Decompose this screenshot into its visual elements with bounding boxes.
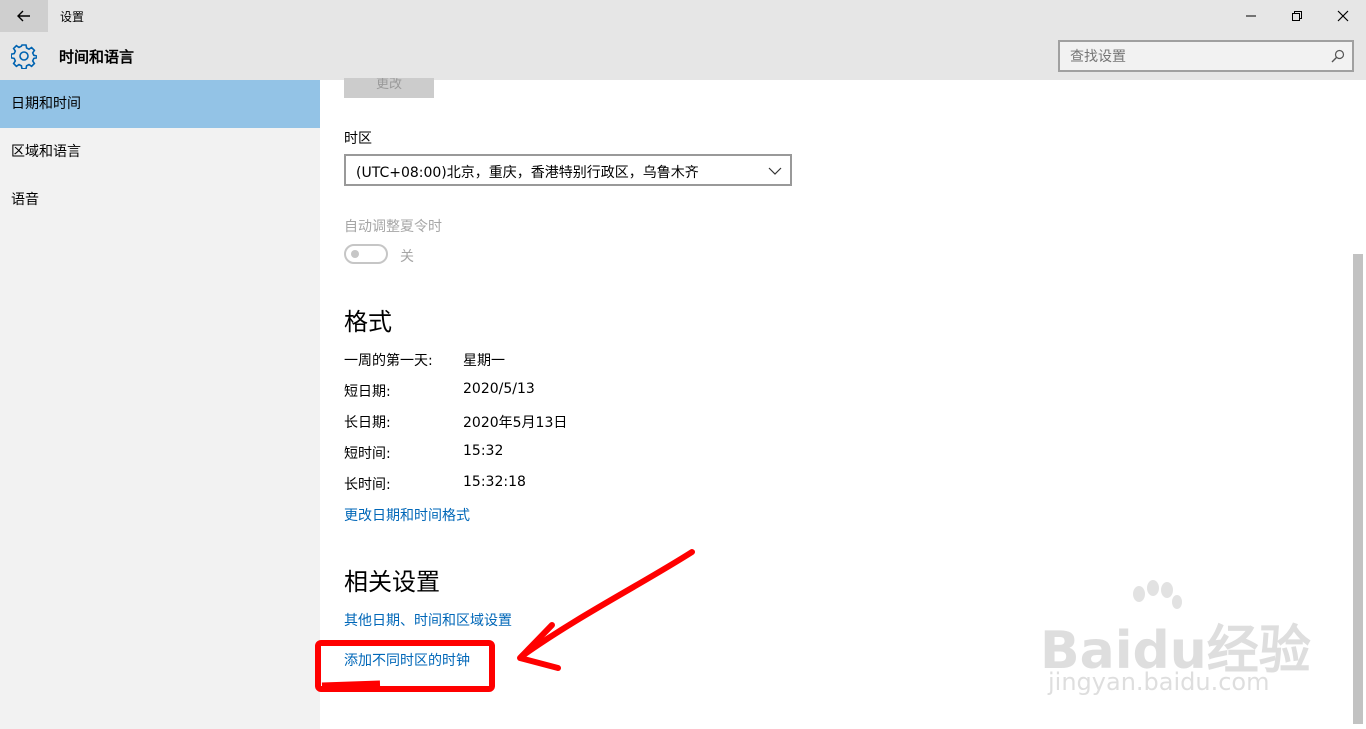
timezone-label: 时区	[344, 131, 372, 147]
close-button[interactable]	[1320, 0, 1366, 32]
format-value: 15:32:18	[463, 474, 526, 490]
sidebar-item-speech[interactable]: 语音	[0, 176, 320, 224]
dst-toggle-state: 关	[400, 249, 414, 265]
watermark-url: jingyan.baidu.com	[1048, 668, 1270, 696]
page-title: 时间和语言	[59, 48, 135, 66]
format-value: 15:32	[463, 443, 504, 459]
dst-toggle	[344, 244, 388, 264]
related-settings-heading: 相关设置	[344, 568, 440, 596]
scrollbar-thumb[interactable]	[1353, 254, 1363, 724]
format-key: 长时间:	[344, 477, 391, 493]
timezone-value: (UTC+08:00)北京，重庆，香港特别行政区，乌鲁木齐	[356, 165, 699, 181]
minimize-button[interactable]	[1228, 0, 1274, 32]
title-bar: 设置	[0, 0, 1366, 32]
baidu-watermark: Baidu经验 jingyan.baidu.com	[1040, 580, 1311, 700]
format-heading: 格式	[344, 308, 392, 336]
sidebar-item-label: 区域和语言	[11, 144, 81, 160]
sidebar-item-label: 日期和时间	[11, 96, 81, 112]
page-header: 时间和语言	[0, 32, 1366, 80]
sidebar: 日期和时间 区域和语言 语音	[0, 80, 320, 729]
format-key: 短时间:	[344, 446, 391, 462]
format-value: 2020年5月13日	[463, 415, 568, 431]
format-key: 一周的第一天:	[344, 353, 433, 369]
change-button: 更改	[344, 78, 434, 98]
sidebar-item-label: 语音	[11, 192, 39, 208]
format-value: 2020/5/13	[463, 381, 535, 397]
restore-button[interactable]	[1274, 0, 1320, 32]
dst-label: 自动调整夏令时	[344, 219, 442, 235]
toggle-knob	[351, 250, 359, 258]
change-format-link[interactable]: 更改日期和时间格式	[344, 505, 470, 525]
back-button[interactable]	[0, 0, 48, 32]
chevron-down-icon	[768, 167, 782, 175]
format-key: 长日期:	[344, 415, 391, 431]
close-icon	[1337, 10, 1349, 22]
search-icon[interactable]	[1330, 48, 1346, 64]
gear-icon	[11, 44, 37, 69]
timezone-select[interactable]: (UTC+08:00)北京，重庆，香港特别行政区，乌鲁木齐	[344, 154, 792, 186]
scrollbar[interactable]	[1350, 80, 1366, 729]
format-key: 短日期:	[344, 384, 391, 400]
minimize-icon	[1246, 15, 1256, 17]
search-input[interactable]	[1070, 48, 1320, 66]
sidebar-item-date-time[interactable]: 日期和时间	[0, 80, 320, 128]
back-arrow-icon	[17, 10, 30, 22]
change-button-label: 更改	[375, 78, 402, 92]
additional-date-time-region-link[interactable]: 其他日期、时间和区域设置	[344, 610, 512, 630]
restore-icon	[1292, 11, 1302, 21]
format-value: 星期一	[463, 353, 505, 369]
search-box[interactable]	[1058, 40, 1354, 72]
add-clocks-link[interactable]: 添加不同时区的时钟	[344, 650, 470, 670]
window-title: 设置	[60, 10, 85, 24]
sidebar-item-region-language[interactable]: 区域和语言	[0, 128, 320, 176]
